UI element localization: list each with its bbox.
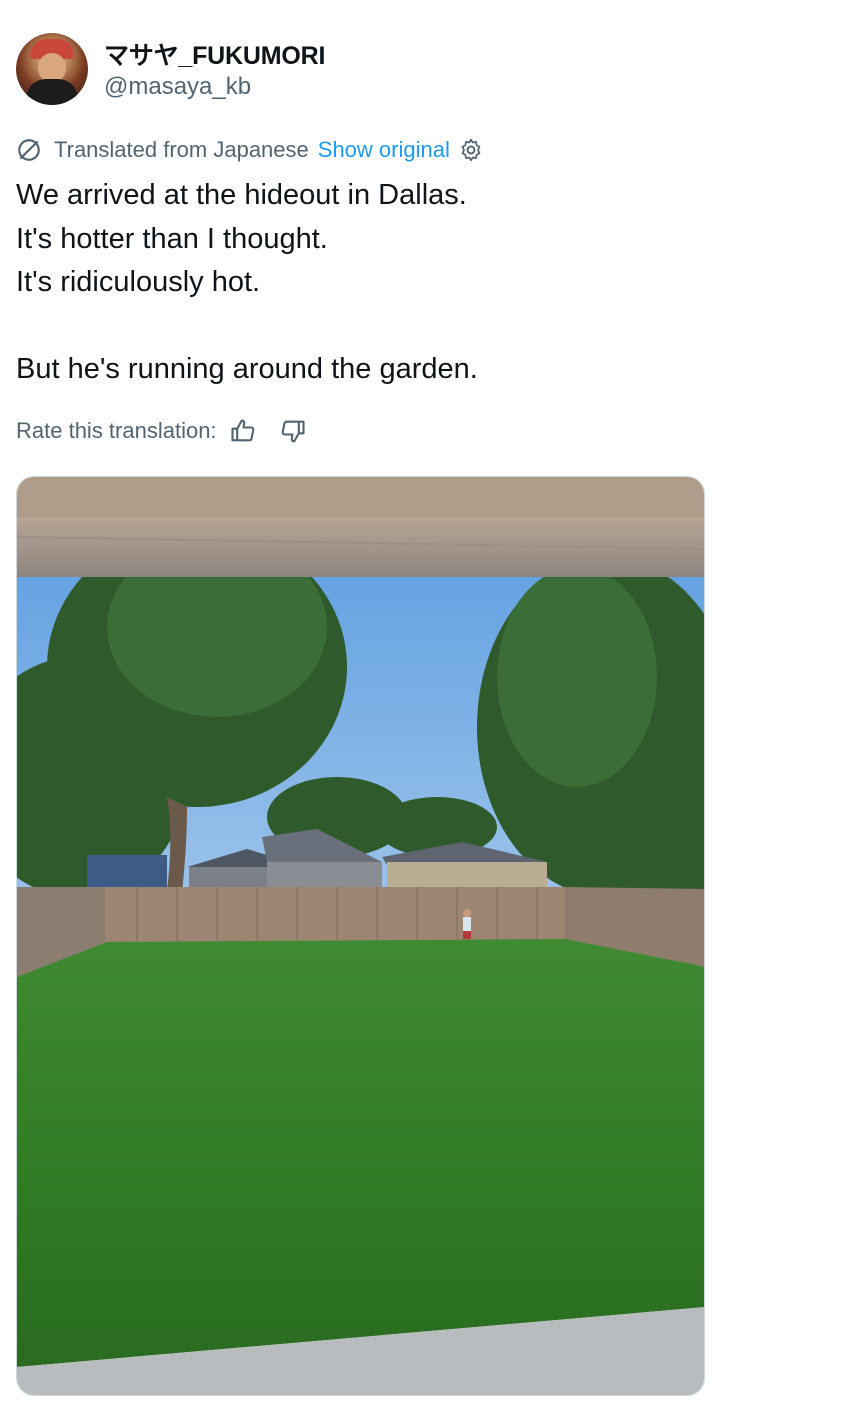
rate-translation: Rate this translation: xyxy=(16,417,307,445)
rate-label: Rate this translation: xyxy=(16,418,217,443)
tweet-line: It's ridiculously hot. xyxy=(16,266,261,298)
avatar[interactable] xyxy=(16,33,88,105)
show-original-link[interactable]: Show original xyxy=(318,137,450,163)
translation-bar: Translated from Japanese Show original xyxy=(16,137,484,163)
tweet-line: It's hotter than I thought. xyxy=(16,222,328,255)
translate-globe-icon xyxy=(18,139,40,161)
thumbs-down-icon[interactable] xyxy=(279,417,307,445)
gear-icon[interactable] xyxy=(458,137,484,163)
display-name[interactable]: マサヤ_FUKUMORI xyxy=(104,36,325,72)
tweet-line: We arrived at the hideout in Dallas. xyxy=(16,179,467,211)
tweet-line: But he's running around the garden. xyxy=(16,353,478,385)
thumbs-up-icon[interactable] xyxy=(229,417,257,445)
user-handle[interactable]: @masaya_kb xyxy=(104,73,251,101)
avatar-shirt xyxy=(26,79,78,105)
backyard-photo xyxy=(17,477,704,1395)
translated-label: Translated from Japanese xyxy=(54,137,309,162)
tweet-photo[interactable] xyxy=(16,476,705,1396)
tweet-text: We arrived at the hideout in Dallas. It'… xyxy=(16,174,478,392)
tweet-line xyxy=(16,305,478,349)
